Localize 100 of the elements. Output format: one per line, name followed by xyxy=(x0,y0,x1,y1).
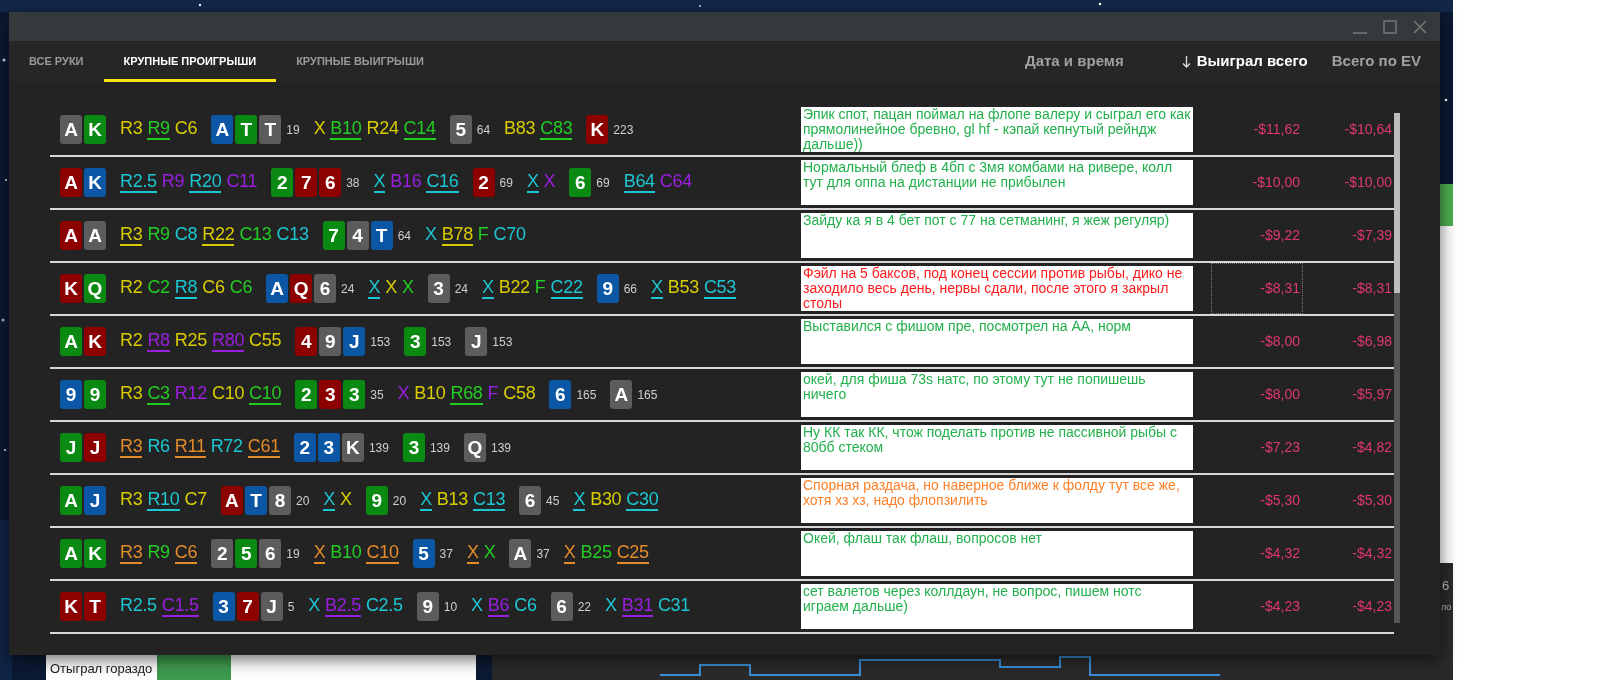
bet-action: X xyxy=(397,384,410,405)
playing-card: 9 xyxy=(596,274,619,303)
playing-card: 7 xyxy=(236,592,259,621)
bet-action: X xyxy=(563,543,576,564)
pot-size: 45 xyxy=(546,492,560,510)
amount: -$8,00 xyxy=(1260,332,1300,351)
bet-action: B22 xyxy=(498,278,530,299)
playing-card: 2 xyxy=(472,168,495,197)
bet-action: X xyxy=(313,119,326,140)
bet-action: R3 xyxy=(120,384,143,405)
amount: -$5,97 xyxy=(1352,385,1392,404)
tab[interactable]: КРУПНЫЕ ВЫИГРЫШИ xyxy=(276,41,444,82)
pot-size: 64 xyxy=(397,227,411,245)
bet-action: C61 xyxy=(247,437,280,458)
bet-action: B2.5 xyxy=(325,596,361,617)
playing-card: A xyxy=(211,115,234,144)
playing-card: A xyxy=(610,380,633,409)
playing-card: 9 xyxy=(416,592,439,621)
bet-action: R3 xyxy=(120,119,143,140)
bet-action: X xyxy=(323,490,336,511)
amount: -$8,31 xyxy=(1352,279,1392,298)
amount: -$4,23 xyxy=(1260,597,1300,616)
bet-action: F xyxy=(534,278,546,299)
playing-card: 9 xyxy=(319,327,342,356)
playing-card: A xyxy=(60,168,82,197)
playing-card: 4 xyxy=(295,327,318,356)
bet-action: X xyxy=(308,596,321,617)
bet-action: B78 xyxy=(441,225,473,246)
playing-card: J xyxy=(260,592,283,621)
maximize-icon[interactable] xyxy=(1382,18,1398,35)
tab[interactable]: ВСЕ РУКИ xyxy=(9,41,104,82)
playing-card: 9 xyxy=(84,380,106,409)
bet-action: C6 xyxy=(514,596,537,617)
pot-size: 22 xyxy=(577,598,591,616)
tab[interactable]: КРУПНЫЕ ПРОИГРЫШИ xyxy=(103,41,277,82)
pot-size: 66 xyxy=(623,280,638,298)
pot-size: 38 xyxy=(346,174,360,192)
bet-action: X xyxy=(605,596,617,617)
amount: -$10,00 xyxy=(1344,173,1392,192)
playing-card: K xyxy=(60,592,82,621)
scrollbar[interactable] xyxy=(1394,113,1400,623)
amount: -$8,00 xyxy=(1260,385,1300,404)
bet-action: X xyxy=(340,490,352,511)
column-header[interactable]: Всего по EV xyxy=(1331,50,1421,73)
pot-size: 24 xyxy=(454,280,468,298)
playing-card: T xyxy=(370,221,393,250)
playing-card: 6 xyxy=(519,486,542,515)
column-header[interactable]: Дата и время xyxy=(1025,50,1124,73)
bet-action: C6 xyxy=(174,119,198,140)
pot-size: 24 xyxy=(341,280,355,298)
amount: -$6,98 xyxy=(1352,332,1392,351)
bet-action: B30 xyxy=(590,490,622,511)
bet-action: X xyxy=(401,278,414,299)
playing-card: 4 xyxy=(346,221,369,250)
playing-card: K xyxy=(84,539,106,568)
close-icon[interactable] xyxy=(1412,18,1428,35)
bet-action: X xyxy=(651,278,663,299)
playing-card: J xyxy=(84,486,106,515)
bet-action: B10 xyxy=(330,119,362,140)
bet-action: C2 xyxy=(147,278,170,299)
pot-size: 153 xyxy=(492,333,513,351)
playing-card: A xyxy=(84,221,106,250)
playing-card: 7 xyxy=(295,168,318,197)
playing-card: A xyxy=(60,539,82,568)
bet-action: B53 xyxy=(667,278,699,299)
bet-action: C25 xyxy=(616,543,649,564)
playing-card: A xyxy=(60,221,82,250)
bet-action: C70 xyxy=(493,225,526,246)
bet-action: C7 xyxy=(184,490,207,511)
bet-action: C13 xyxy=(239,225,272,246)
pot-size: 165 xyxy=(637,386,658,404)
bet-action: B83 xyxy=(504,119,536,140)
playing-card: T xyxy=(259,115,282,144)
note-text: сет валетов через коллдаун, не вопрос, пишем нотс играем дальше) xyxy=(801,584,1193,629)
amount: -$4,32 xyxy=(1352,544,1392,563)
note-text: окей, для фиша 73s натс, по этому тут не попишешь ничего xyxy=(801,372,1193,417)
bet-action: R8 xyxy=(174,278,198,299)
column-header[interactable]: Выиграл всего xyxy=(1196,50,1308,73)
playing-card: 2 xyxy=(295,380,318,409)
bet-action: C10 xyxy=(249,384,282,405)
scrollbar-thumb[interactable] xyxy=(1394,113,1400,293)
playing-card: 3 xyxy=(402,433,425,462)
bet-action: C6 xyxy=(229,278,253,299)
playing-card: 3 xyxy=(212,592,235,621)
bet-action: X xyxy=(420,490,432,511)
note-text: Эпик спот, пацан поймал на флопе валеру и сыграл его как прямолинейное бревно, gl hf - кэпай кепнутый рейндж дальше)) xyxy=(801,107,1193,152)
bet-action: R3 xyxy=(120,225,143,246)
playing-card: J xyxy=(84,433,106,462)
playing-card: K xyxy=(84,327,106,356)
amount: -$4,32 xyxy=(1260,544,1300,563)
bet-action: R20 xyxy=(189,172,222,193)
playing-card: K xyxy=(84,115,106,144)
playing-card: 2 xyxy=(211,539,234,568)
pot-size: 37 xyxy=(536,545,550,563)
amount: -$7,23 xyxy=(1260,438,1300,457)
pot-size: 139 xyxy=(490,439,511,457)
playing-card: Q xyxy=(84,274,106,303)
bet-action: X xyxy=(313,543,326,564)
bet-action: R11 xyxy=(174,437,206,458)
pot-size: 20 xyxy=(295,492,310,510)
